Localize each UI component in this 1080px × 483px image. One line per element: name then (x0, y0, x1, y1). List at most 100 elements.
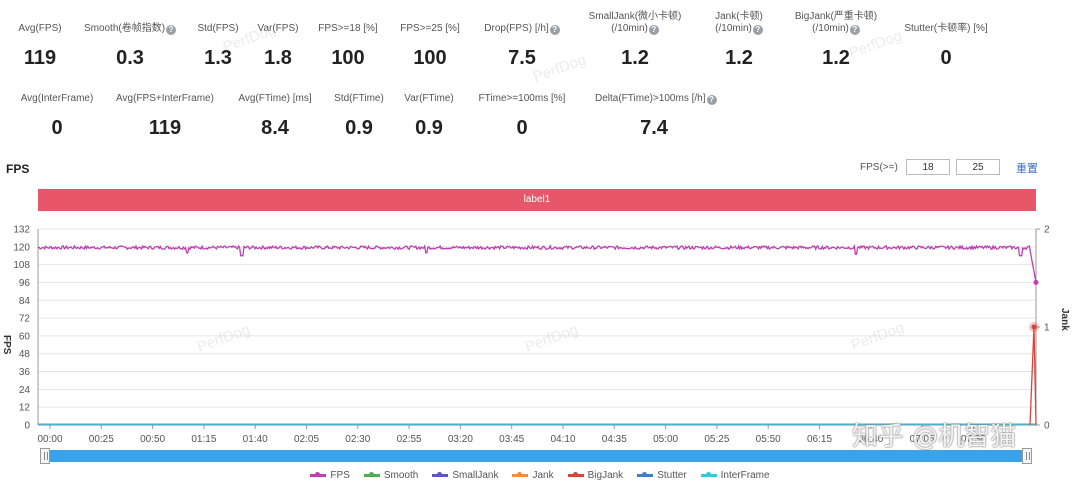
fps-threshold-input-2[interactable] (956, 159, 1000, 175)
stat-value: 7.4 (640, 117, 668, 139)
stat-label-text-2: (/10min) (611, 23, 648, 34)
y2-tick-label: 1 (1044, 323, 1050, 334)
x-tick-label: 04:35 (602, 434, 627, 445)
legend-item-smooth[interactable]: Smooth (363, 470, 419, 481)
legend-item-jank[interactable]: Jank (512, 470, 554, 481)
help-icon[interactable]: ? (549, 25, 560, 35)
stat-label-text: Smooth(卷帧指数) (83, 23, 166, 34)
label-bar[interactable]: label1 (38, 189, 1036, 211)
chart-title: FPS (6, 162, 30, 176)
stat-label: Stutter(卡顿率) [%] (887, 23, 1005, 35)
legend-label: SmallJank (452, 470, 499, 481)
y-tick-label: 96 (19, 278, 31, 289)
stat-label: SmallJank(微小卡顿) (576, 11, 694, 23)
stat-label-text: Jank(卡顿) (715, 11, 763, 22)
stat-label-text: Avg(InterFrame) (20, 93, 94, 104)
legend-label: Jank (532, 470, 554, 481)
stat-stats_row2-1: Avg(FPS+InterFrame) 119 (106, 93, 224, 139)
stat-label: Avg(InterFrame) (0, 93, 116, 105)
stat-label-text: FPS>=18 [%] (318, 23, 378, 34)
slider-handle-left[interactable] (40, 448, 50, 464)
stat-label-text-2: (/10min) (715, 23, 752, 34)
chart-legend: FPS Smooth SmallJank Jank BigJank Stutter Inte… (0, 470, 1080, 481)
y-axis-label: FPS (1, 335, 12, 355)
stat-label-line2: (/10min)? (777, 23, 895, 35)
stat-stats_row1-10: Stutter(卡顿率) [%] 0 (887, 23, 1005, 69)
slider-handle-right[interactable] (1022, 448, 1032, 464)
y-tick-label: 36 (19, 367, 31, 378)
legend-item-bigjank[interactable]: BigJank (567, 470, 624, 481)
x-tick-label: 03:20 (448, 434, 473, 445)
stat-label: BigJank(严重卡顿) (777, 11, 895, 23)
fps-end-point (1033, 279, 1039, 285)
stat-label-text: FTime>=100ms [%] (478, 93, 566, 104)
bigjank-spike-point (1031, 324, 1037, 330)
stat-stats_row1-9: BigJank(严重卡顿) (/10min)? 1.2 (777, 11, 895, 69)
stat-stats_row1-6: Drop(FPS) [/h]? 7.5 (463, 23, 581, 69)
stat-label: Drop(FPS) [/h]? (463, 23, 581, 35)
help-icon[interactable]: ? (849, 25, 860, 35)
x-tick-label: 05:25 (704, 434, 729, 445)
stat-value: 0 (940, 47, 952, 69)
x-tick-label: 05:00 (653, 434, 678, 445)
x-tick-label: 03:45 (499, 434, 524, 445)
legend-label: Smooth (383, 470, 419, 481)
stat-label: Avg(FPS+InterFrame) (106, 93, 224, 105)
x-tick-label: 02:30 (345, 434, 370, 445)
x-tick-label: 04:10 (550, 434, 575, 445)
legend-item-fps[interactable]: FPS (310, 470, 350, 481)
x-tick-label: 05:50 (756, 434, 781, 445)
stat-stats_row2-6: Delta(FTime)>100ms [/h]? 7.4 (595, 93, 717, 139)
stat-label-text: BigJank(严重卡顿) (794, 11, 878, 22)
y-tick-label: 132 (13, 225, 30, 236)
reset-button[interactable]: 重置 (1016, 160, 1038, 176)
stat-label-text: Avg(FPS+InterFrame) (116, 93, 214, 104)
legend-label: InterFrame (720, 470, 770, 481)
stat-label-text: Drop(FPS) [/h] (484, 23, 549, 34)
stat-value: 0 (516, 117, 528, 139)
stat-label-text: Stutter(卡顿率) [%] (904, 23, 988, 34)
legend-item-stutter[interactable]: Stutter (637, 470, 687, 481)
y2-tick-label: 2 (1044, 225, 1050, 236)
legend-item-smalljank[interactable]: SmallJank (432, 470, 498, 481)
legend-swatch (310, 471, 327, 477)
stat-value: 119 (148, 117, 182, 139)
legend-swatch (363, 471, 380, 477)
help-icon[interactable]: ? (706, 95, 717, 105)
legend-label: Stutter (657, 470, 687, 481)
x-tick-label: 01:15 (191, 434, 216, 445)
y-tick-label: 48 (19, 349, 31, 360)
stat-label: FTime>=100ms [%] (463, 93, 581, 105)
stat-value: 1.2 (621, 47, 649, 69)
y-tick-label: 108 (13, 260, 30, 271)
stat-label-text: Delta(FTime)>100ms [/h] (595, 93, 706, 104)
stat-label-text-2: (/10min) (812, 23, 849, 34)
stat-stats_row1-7: SmallJank(微小卡顿) (/10min)? 1.2 (576, 11, 694, 69)
help-icon[interactable]: ? (648, 25, 659, 35)
y2-tick-label: 0 (1044, 421, 1050, 432)
stat-label-text: FPS>=25 [%] (400, 23, 460, 34)
x-tick-label: 02:55 (397, 434, 422, 445)
stat-value: 0 (51, 117, 63, 139)
legend-swatch (637, 471, 654, 477)
y-tick-label: 0 (24, 421, 30, 432)
y-tick-label: 120 (13, 242, 30, 253)
stat-label: Delta(FTime)>100ms [/h]? (595, 93, 717, 105)
y-tick-label: 24 (19, 385, 31, 396)
legend-swatch (567, 471, 584, 477)
y-tick-label: 12 (19, 403, 31, 414)
legend-swatch (700, 471, 717, 477)
stat-stats_row2-0: Avg(InterFrame) 0 (0, 93, 116, 139)
stat-label-line2: (/10min)? (576, 23, 694, 35)
corner-watermark: 知乎 @机智猫 (852, 422, 1017, 452)
y-tick-label: 84 (19, 296, 31, 307)
legend-item-interframe[interactable]: InterFrame (700, 470, 770, 481)
stat-label-text: Avg(FPS) (18, 23, 62, 34)
help-icon[interactable]: ? (752, 25, 763, 35)
fps-threshold-label: FPS(>=) (860, 162, 898, 173)
x-tick-label: 01:40 (243, 434, 268, 445)
legend-label: BigJank (587, 470, 624, 481)
y-tick-label: 72 (19, 314, 31, 325)
fps-threshold-input-1[interactable] (906, 159, 950, 175)
legend-swatch (512, 471, 529, 477)
